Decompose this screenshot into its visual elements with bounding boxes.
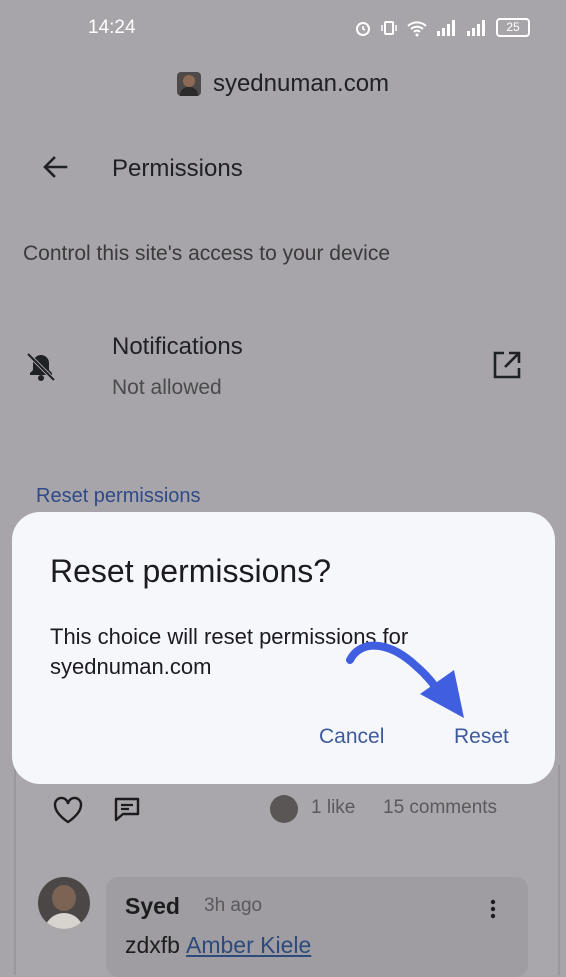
- alarm-icon: [356, 21, 370, 36]
- comment-time: 3h ago: [204, 895, 263, 916]
- cancel-button[interactable]: Cancel: [319, 725, 384, 749]
- wifi-icon: [407, 20, 427, 36]
- annotation-arrow-icon: [346, 641, 464, 718]
- status-time: 14:24: [88, 17, 136, 38]
- notifications-off-icon: [26, 352, 56, 382]
- comment-body: zdxfb: [125, 932, 180, 958]
- site-favicon: [176, 72, 201, 96]
- vibrate-icon: [381, 20, 397, 35]
- notifications-title[interactable]: Notifications: [112, 333, 243, 361]
- commenter-avatar[interactable]: [38, 877, 90, 929]
- signal-icon-2: [467, 19, 485, 36]
- signal-icon-1: [437, 19, 455, 36]
- notifications-status: Not allowed: [112, 376, 222, 399]
- reset-permissions-link[interactable]: Reset permissions: [36, 485, 201, 508]
- reset-button[interactable]: Reset: [454, 725, 509, 749]
- likes-count[interactable]: 1 like: [311, 797, 355, 819]
- liker-avatar: [270, 795, 298, 823]
- site-domain: syednuman.com: [212, 70, 390, 97]
- comment-icon[interactable]: [112, 794, 142, 824]
- comment-text: zdxfb Amber Kiele: [125, 932, 311, 959]
- heart-icon[interactable]: [52, 795, 84, 825]
- more-options-icon[interactable]: [488, 898, 498, 920]
- comment-bubble: [106, 877, 528, 977]
- page-title: Permissions: [112, 155, 243, 182]
- site-header: syednuman.com: [0, 70, 566, 98]
- dialog-title: Reset permissions?: [50, 553, 331, 589]
- back-arrow-icon[interactable]: [38, 150, 72, 184]
- comments-count[interactable]: 15 comments: [383, 797, 497, 819]
- page-description: Control this site's access to your devic…: [23, 242, 390, 265]
- status-icons: 25: [354, 18, 530, 37]
- mention-link[interactable]: Amber Kiele: [186, 932, 311, 958]
- status-bar: 14:24 25: [0, 0, 566, 58]
- battery-indicator: 25: [496, 18, 530, 37]
- comment-author[interactable]: Syed: [125, 893, 180, 920]
- open-external-icon[interactable]: [490, 348, 524, 382]
